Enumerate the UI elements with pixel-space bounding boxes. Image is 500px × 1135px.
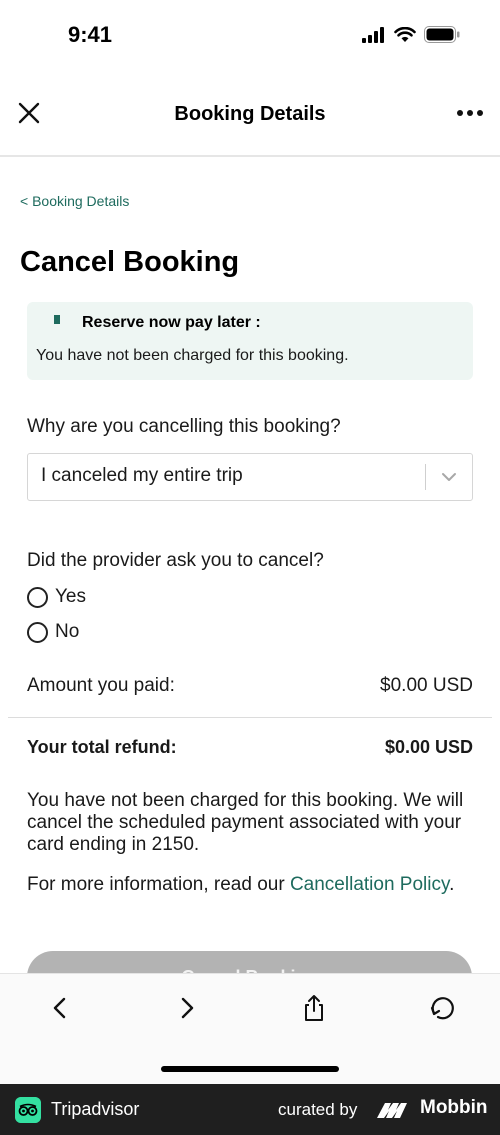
page-title: Cancel Booking: [20, 246, 240, 278]
battery-icon: [424, 26, 460, 43]
status-time: 9:41: [68, 22, 113, 47]
radio-yes[interactable]: [27, 587, 48, 608]
amount-divider: [8, 717, 492, 718]
total-refund-label: Your total refund:: [27, 737, 177, 757]
home-indicator: [161, 1066, 339, 1072]
provider-question: Did the provider ask you to cancel?: [27, 550, 324, 571]
breadcrumb-link[interactable]: < Booking Details: [20, 193, 129, 209]
tripadvisor-logo-icon: [15, 1097, 41, 1123]
footer-brand: Tripadvisor: [51, 1099, 140, 1119]
back-icon[interactable]: [45, 993, 75, 1023]
signal-icon: [362, 26, 384, 43]
policy-text: For more information, read our Cancellat…: [27, 874, 477, 896]
reason-question: Why are you cancelling this booking?: [27, 416, 341, 437]
wifi-icon: [394, 26, 416, 42]
mobbin-logo-icon: [377, 1103, 407, 1118]
amount-paid-label: Amount you paid:: [27, 675, 175, 696]
notice-title: Reserve now pay later :: [82, 314, 261, 331]
select-separator: [425, 464, 426, 490]
footer-curated-by: curated by: [278, 1100, 358, 1119]
reason-select-value[interactable]: I canceled my entire trip: [41, 465, 243, 487]
footer-mobbin: Mobbin: [420, 1097, 488, 1118]
radio-no-label[interactable]: No: [55, 621, 79, 643]
policy-prefix: For more information, read our: [27, 874, 290, 895]
chevron-down-icon[interactable]: [440, 470, 458, 484]
refresh-icon[interactable]: [426, 993, 456, 1023]
notice-text: You have not been charged for this booki…: [36, 347, 349, 364]
status-icons: [362, 26, 460, 43]
forward-icon[interactable]: [172, 993, 202, 1023]
radio-yes-label[interactable]: Yes: [55, 586, 86, 608]
charge-info-text: You have not been charged for this booki…: [27, 790, 464, 855]
nav-divider: [0, 155, 500, 157]
radio-no[interactable]: [27, 622, 48, 643]
amount-paid-value: $0.00 USD: [380, 675, 473, 696]
share-icon[interactable]: [299, 993, 329, 1023]
total-refund-value: $0.00 USD: [384, 737, 473, 757]
cancellation-policy-link[interactable]: Cancellation Policy: [290, 874, 449, 895]
notice-marker: [54, 315, 60, 324]
more-icon[interactable]: [454, 100, 486, 126]
nav-title: Booking Details: [174, 103, 326, 125]
policy-suffix: .: [449, 874, 455, 895]
